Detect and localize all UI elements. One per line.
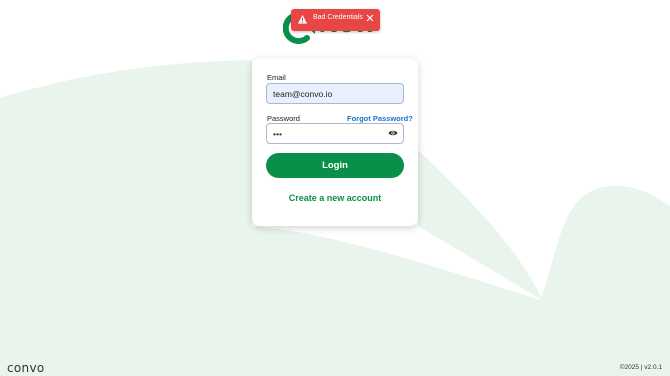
login-card: Email team@convo.io Password Forgot Pass…	[252, 58, 418, 226]
warning-icon	[297, 14, 308, 24]
close-icon[interactable]	[366, 14, 374, 22]
create-account-link[interactable]: Create a new account	[252, 193, 418, 203]
forgot-password-link[interactable]: Forgot Password?	[347, 114, 413, 123]
footer-logo: convo	[7, 361, 45, 375]
toast-message: Bad Credentials	[313, 14, 363, 21]
login-button[interactable]: Login	[266, 153, 404, 178]
email-field[interactable]: team@convo.io	[266, 83, 404, 104]
email-label: Email	[267, 73, 286, 82]
footer-version: ©2025 | v2.0.1	[619, 364, 662, 371]
password-label: Password	[267, 114, 300, 123]
password-field[interactable]: •••	[266, 123, 404, 144]
eye-icon[interactable]	[388, 129, 398, 137]
